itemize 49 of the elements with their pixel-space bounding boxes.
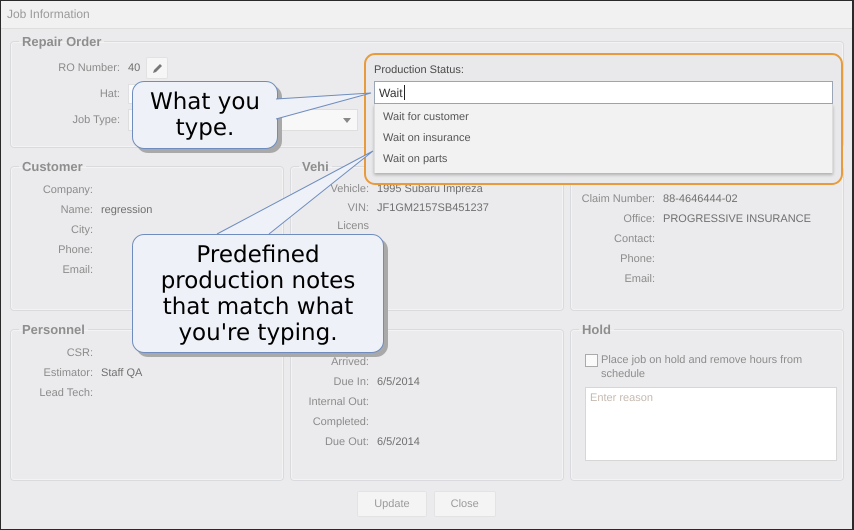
field-value: 88-4646444-02 — [663, 193, 738, 205]
field-label: Job Type: — [72, 114, 120, 126]
field-label: Lead Tech: — [38, 387, 93, 399]
field-value: 6/5/2014 — [377, 436, 420, 448]
group-title: Customer — [21, 159, 84, 174]
field-label: City: — [70, 224, 93, 236]
checkbox-label: Place job on hold and remove hours from schedule — [601, 353, 804, 381]
edit-button[interactable] — [146, 57, 168, 79]
field-label: VIN: — [346, 202, 369, 214]
group-title: Personnel — [21, 322, 86, 337]
field-label: Due In: — [332, 376, 369, 388]
field-label: Due Out: — [324, 436, 369, 448]
field-label: Email: — [623, 273, 655, 285]
suggestion-item[interactable]: Wait for customer — [375, 107, 832, 128]
pencil-icon — [152, 62, 163, 74]
field-label: Office: — [622, 213, 655, 225]
field-label: Hat: — [98, 88, 120, 100]
field-value: regression — [101, 204, 152, 216]
field-label: Phone: — [619, 253, 655, 265]
field-label: Internal Out: — [307, 396, 369, 408]
checkbox[interactable] — [585, 354, 598, 367]
field-label: Licens — [336, 220, 369, 232]
field-value: Staff QA — [101, 367, 142, 379]
suggestion-item[interactable]: Wait on insurance — [375, 128, 832, 149]
field-label: CSR: — [66, 347, 93, 359]
field-value: JF1GM2157SB451237 — [377, 202, 489, 214]
field-label: Contact: — [613, 233, 655, 245]
group-title: Vehi — [301, 159, 330, 174]
suggestion-item[interactable]: Wait on parts — [375, 149, 832, 170]
reason-field[interactable]: Enter reason — [585, 387, 837, 461]
field-label: Email: — [61, 264, 93, 276]
field-label: Name: — [60, 204, 93, 216]
field-label: Claim Number: — [580, 193, 655, 205]
field-label: Vehicle: — [329, 183, 369, 196]
field-label: Estimator: — [42, 367, 93, 379]
dropdown-arrow-icon — [343, 118, 351, 122]
field-label: Phone: — [57, 244, 93, 256]
field-label: Company: — [42, 184, 93, 196]
group-title: Hold — [581, 322, 612, 337]
field-label: Completed: — [312, 416, 369, 428]
field-value: PROGRESSIVE INSURANCE — [663, 213, 811, 225]
field-value: 6/5/2014 — [377, 376, 420, 388]
window-title: Job Information — [1, 1, 852, 29]
group-title: Repair Order — [21, 34, 102, 49]
field-label: Arrived: — [330, 356, 369, 368]
status-input-field[interactable]: Wait — [374, 81, 833, 104]
field-label: RO Number: — [57, 62, 120, 74]
field-value: 40 — [128, 62, 140, 74]
field-label: Production Status: — [374, 64, 465, 78]
